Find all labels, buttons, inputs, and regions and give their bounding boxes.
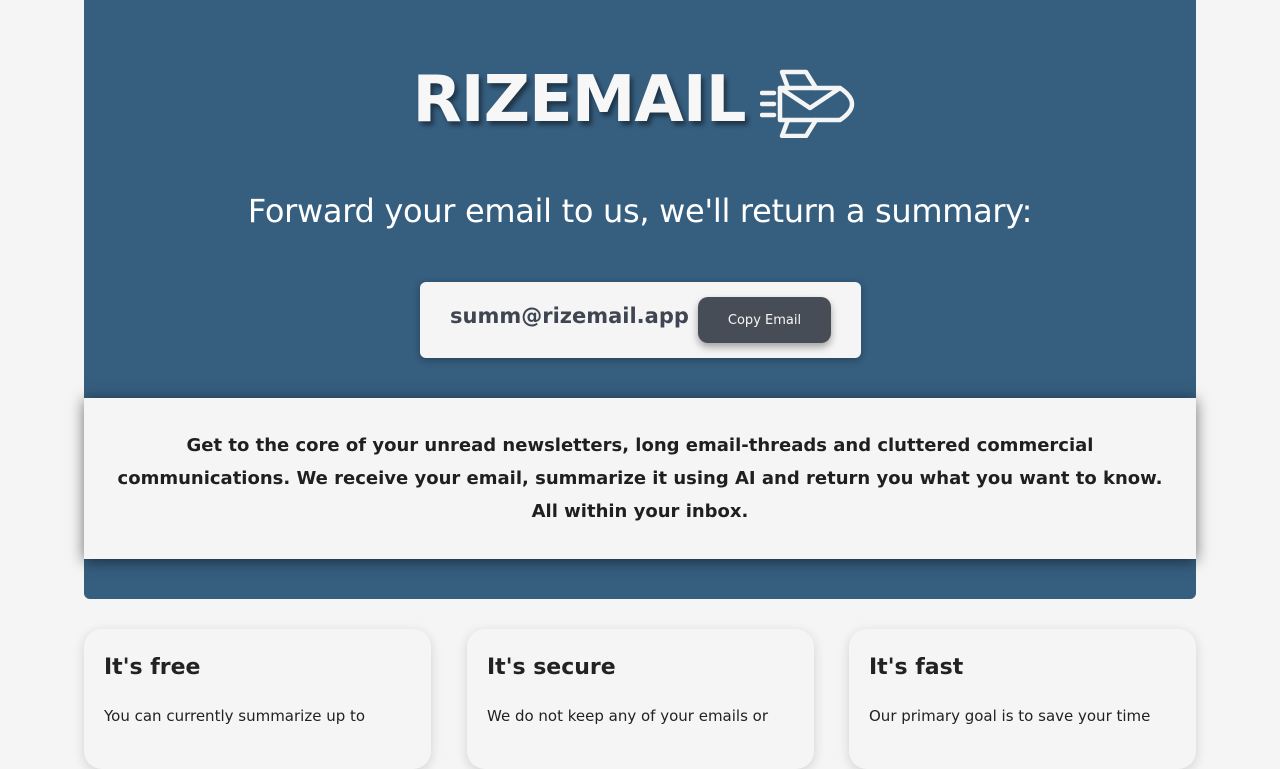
feature-card-free: It's free You can currently summarize up…: [84, 629, 431, 769]
feature-title: It's free: [104, 655, 201, 680]
email-copy-box: summ@rizemail.app Copy Email: [420, 282, 861, 358]
rocket-envelope-icon: [759, 69, 854, 138]
feature-text: We do not keep any of your emails or: [487, 707, 769, 725]
brand: RIZEMAIL: [84, 62, 1196, 138]
feature-title: It's secure: [487, 655, 616, 680]
feature-text: Our primary goal is to save your time: [869, 707, 1151, 725]
feature-card-secure: It's secure We do not keep any of your e…: [467, 629, 814, 769]
tagline: Forward your email to us, we'll return a…: [247, 192, 1033, 230]
description-banner: Get to the core of your unread newslette…: [84, 398, 1196, 559]
feature-card-fast: It's fast Our primary goal is to save yo…: [849, 629, 1196, 769]
feature-text: You can currently summarize up to: [104, 707, 366, 725]
brand-title: RIZEMAIL: [412, 63, 746, 137]
email-address[interactable]: summ@rizemail.app: [450, 304, 689, 328]
copy-email-button[interactable]: Copy Email: [698, 297, 831, 343]
feature-title: It's fast: [869, 655, 964, 680]
description-text: Get to the core of your unread newslette…: [117, 435, 1163, 522]
